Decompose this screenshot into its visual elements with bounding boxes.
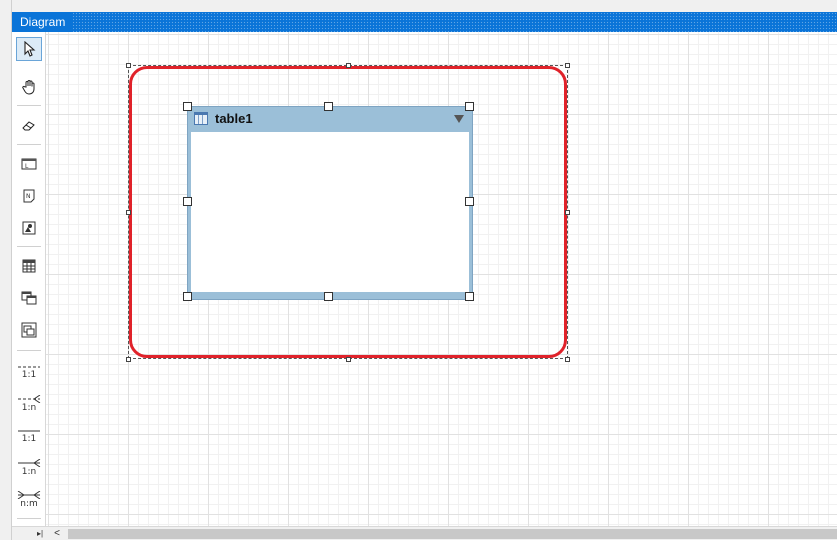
resize-handle[interactable] (346, 63, 351, 68)
table-title: table1 (215, 111, 253, 126)
chevron-down-icon[interactable] (454, 115, 464, 123)
resize-handle[interactable] (183, 102, 192, 111)
table-body (191, 132, 469, 292)
relation-n-m-button[interactable]: n:m (16, 488, 42, 512)
scroll-start-icon[interactable]: ▸| (34, 528, 46, 540)
arrow-pointer-icon (24, 41, 36, 57)
relation-label: 1:n (21, 467, 37, 477)
resize-handle[interactable] (324, 292, 333, 301)
resize-handle[interactable] (565, 210, 570, 215)
table-icon (194, 112, 208, 125)
resize-handle[interactable] (126, 357, 131, 362)
relation-1-1-dashed-button[interactable]: 1:1 (16, 360, 42, 384)
relation-1-n-dashed-button[interactable]: 1:n (16, 392, 42, 416)
window-frame-left (0, 0, 12, 540)
window-title: Diagram (12, 12, 74, 32)
scroll-left-arrow-icon[interactable]: < (50, 528, 64, 540)
many-to-many-icon (17, 491, 41, 499)
relation-1-1-button[interactable]: 1:1 (16, 424, 42, 448)
resize-handle[interactable] (565, 357, 570, 362)
resize-handle[interactable] (183, 292, 192, 301)
relation-label: 1:n (21, 403, 37, 413)
resize-handle[interactable] (465, 292, 474, 301)
resize-handle[interactable] (126, 210, 131, 215)
note-tool-button[interactable]: N (16, 184, 42, 208)
resize-handle[interactable] (465, 102, 474, 111)
svg-text:N: N (26, 193, 31, 200)
relation-label: 1:1 (21, 370, 37, 380)
pointer-tool-button[interactable] (16, 37, 42, 61)
resize-handle[interactable] (565, 63, 570, 68)
resize-handle[interactable] (324, 102, 333, 111)
diagram-canvas[interactable]: table1 (46, 32, 837, 526)
toolbox: L N 1:1 1:n 1:1 1:n n:m (12, 32, 46, 532)
resize-handle[interactable] (183, 197, 192, 206)
resize-handle[interactable] (465, 197, 474, 206)
note-icon: N (23, 189, 35, 203)
image-icon (22, 221, 36, 235)
eraser-icon (22, 121, 35, 131)
table-icon (22, 259, 36, 273)
relation-label: 1:1 (21, 434, 37, 444)
group-icon (21, 322, 37, 338)
label-tool-button[interactable]: L (16, 152, 42, 176)
horizontal-scrollbar[interactable]: ▸| < (12, 526, 837, 540)
image-tool-button[interactable] (16, 216, 42, 240)
resize-handle[interactable] (126, 63, 131, 68)
eraser-tool-button[interactable] (16, 114, 42, 138)
relation-1-n-button[interactable]: 1:n (16, 456, 42, 480)
relation-label: n:m (20, 499, 38, 509)
view-tool-button[interactable] (16, 286, 42, 310)
solid-crowfoot-icon (18, 459, 41, 467)
table-tool-button[interactable] (16, 254, 42, 278)
group-tool-button[interactable] (16, 318, 42, 342)
dashed-crowfoot-icon (18, 395, 41, 403)
window-frame-top (0, 0, 837, 12)
view-icon (21, 291, 37, 305)
hand-icon (22, 80, 35, 95)
diagram-title-bar[interactable]: Diagram (12, 12, 837, 32)
table-entity[interactable]: table1 (187, 106, 473, 300)
scrollbar-thumb[interactable] (68, 529, 837, 539)
label-icon: L (21, 158, 37, 170)
pan-tool-button[interactable] (16, 75, 42, 99)
resize-handle[interactable] (346, 357, 351, 362)
